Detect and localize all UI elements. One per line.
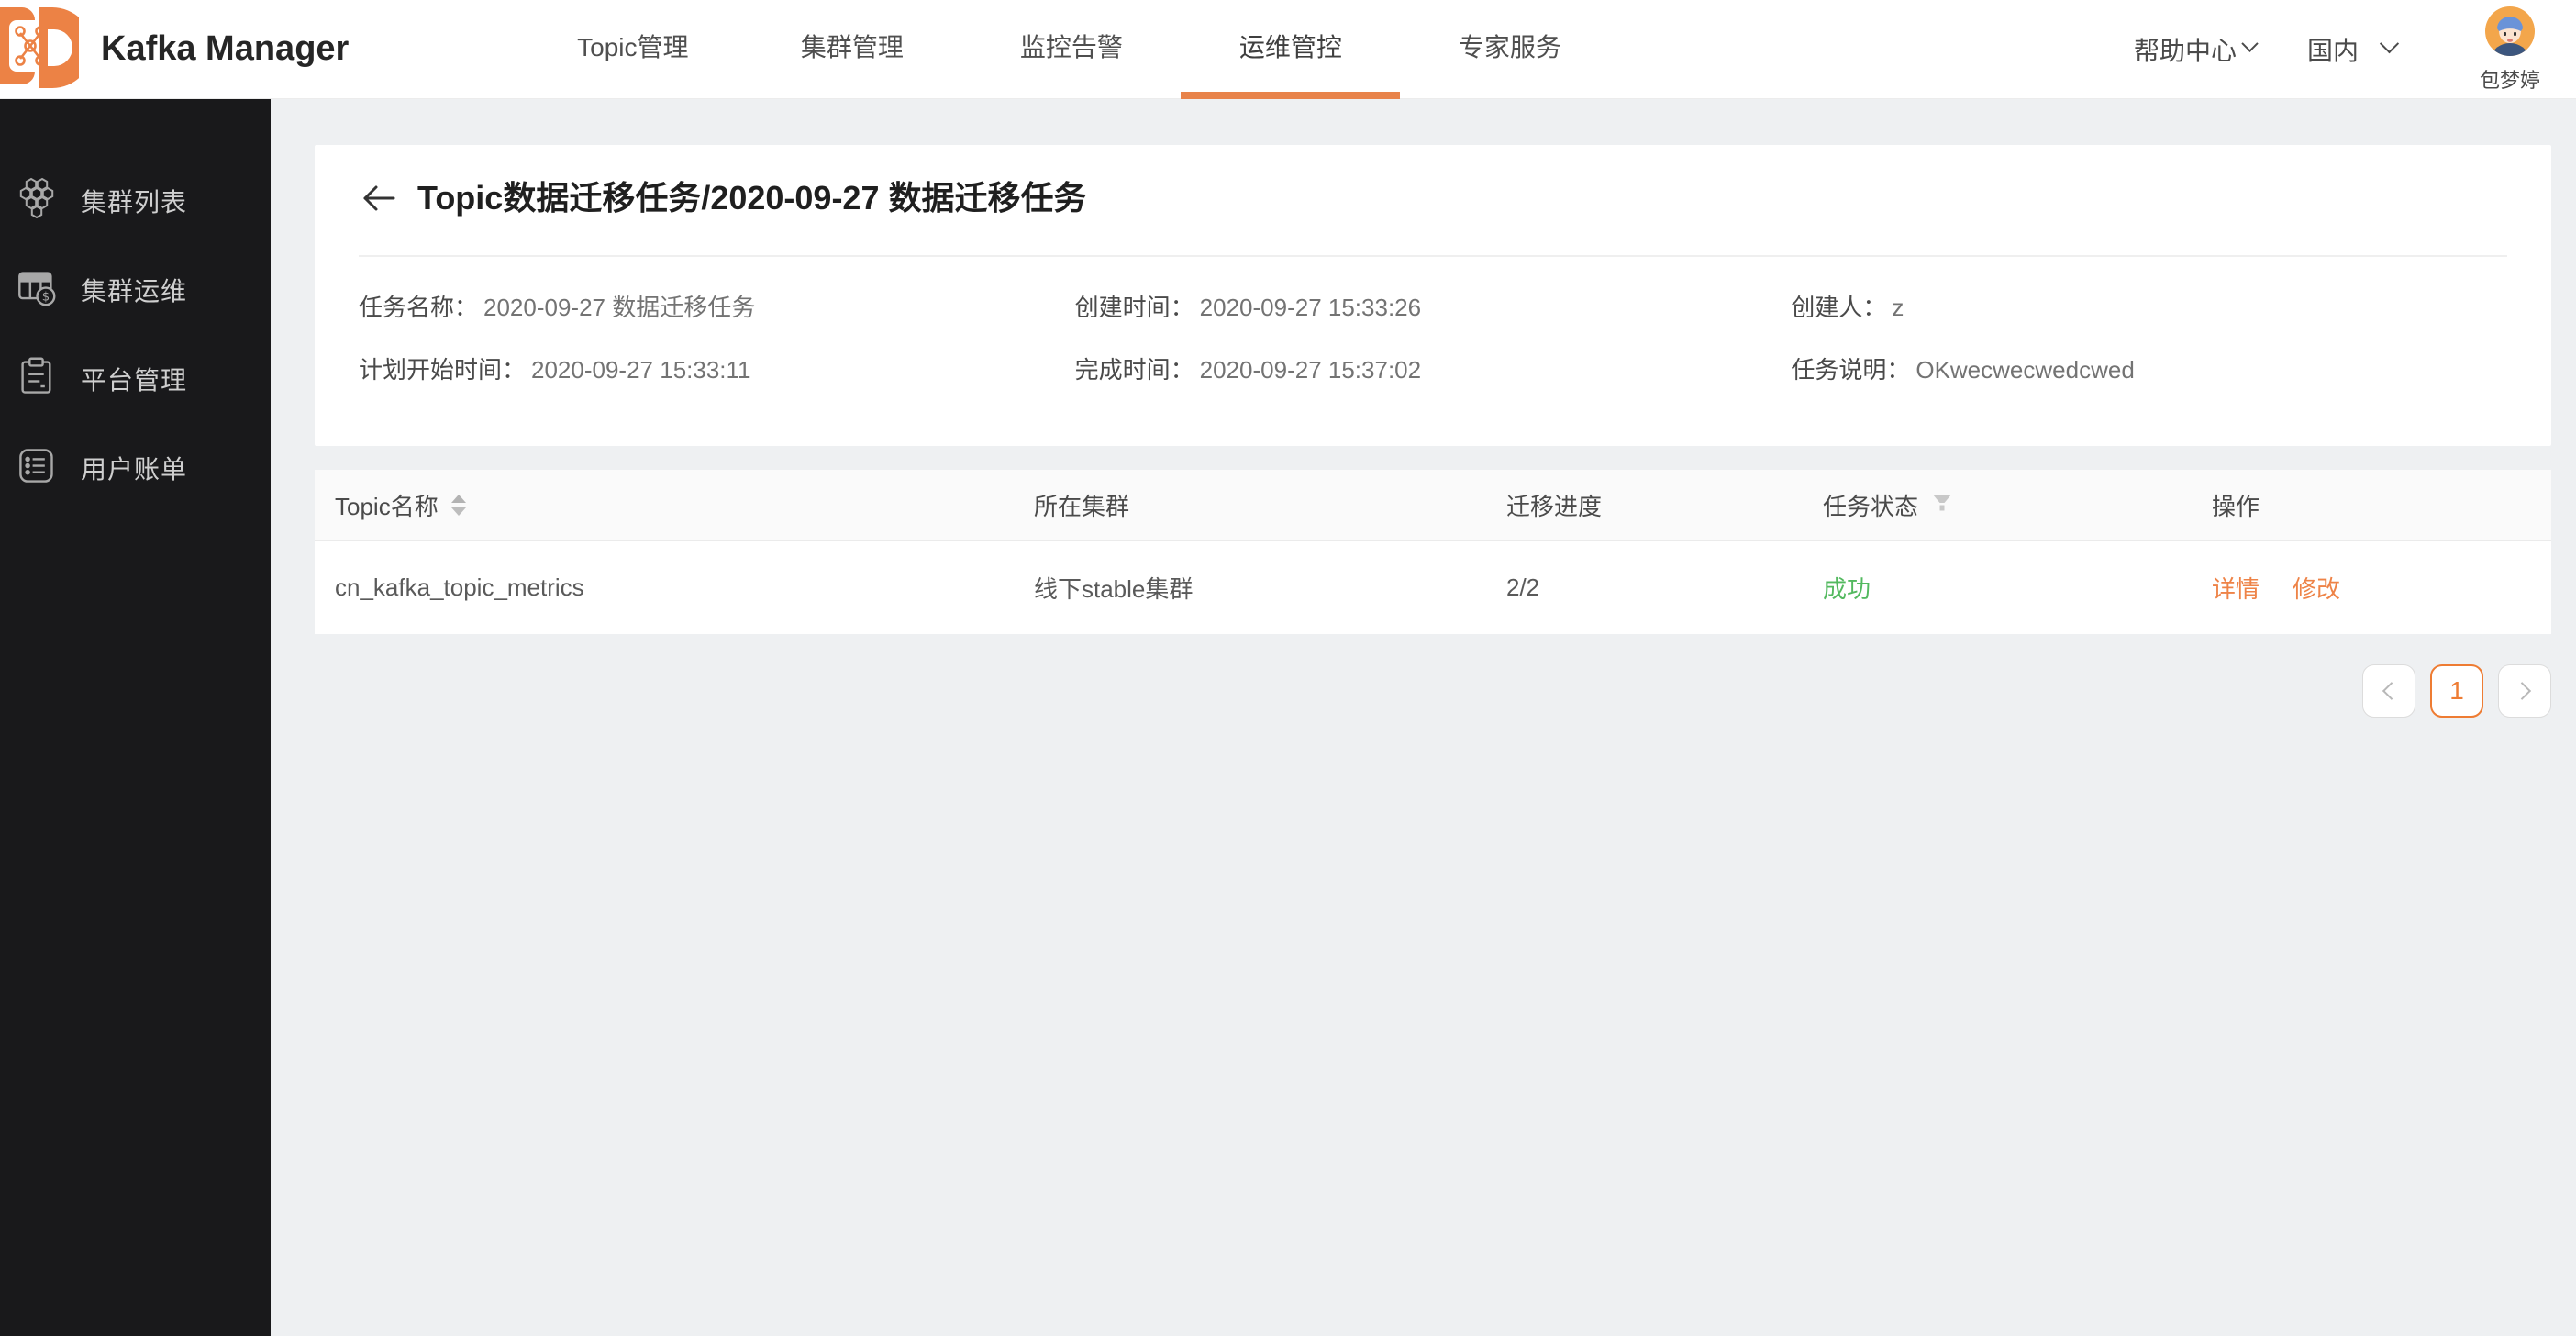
field-planned-start-time: 计划开始时间： 2020-09-27 15:33:11 xyxy=(359,356,751,384)
table-finance-icon: $ xyxy=(17,267,57,312)
table-row: cn_kafka_topic_metrics 线下stable集群 2/2 成功… xyxy=(315,540,2551,634)
app-title: Kafka Manager xyxy=(101,29,350,68)
chevron-down-icon xyxy=(2379,34,2400,54)
column-cluster: 所在集群 xyxy=(1034,493,1130,520)
svg-text:$: $ xyxy=(42,290,50,304)
migration-table: Topic名称 所在集群 迁移进度 任务状态 操作 cn_kafka_topic… xyxy=(315,470,2551,634)
chevron-left-icon xyxy=(2382,682,2401,700)
field-creator: 创建人： z xyxy=(1791,294,1904,321)
field-finish-time: 完成时间： 2020-09-27 15:37:02 xyxy=(1074,356,1422,384)
field-task-description: 任务说明： OKwecwecwedcwed xyxy=(1791,356,2135,384)
back-button[interactable] xyxy=(359,180,399,217)
task-info-fields: 任务名称： 2020-09-27 数据迁移任务 创建时间： 2020-09-27 1… xyxy=(359,292,2507,385)
table-header: Topic名称 所在集群 迁移进度 任务状态 操作 xyxy=(315,470,2551,540)
sort-icon[interactable] xyxy=(450,495,466,516)
field-create-time: 创建时间： 2020-09-27 15:33:26 xyxy=(1074,294,1422,321)
detail-link[interactable]: 详情 xyxy=(2212,571,2260,605)
sidebar: 集群列表 $ 集群运维 平台管理 用户账单 xyxy=(0,99,271,1336)
user-profile[interactable]: 包梦婷 xyxy=(2466,5,2554,94)
kafka-logo-icon xyxy=(0,0,79,99)
honeycomb-cluster-icon xyxy=(17,177,57,224)
help-center-label: 帮助中心 xyxy=(2133,36,2237,65)
cell-status: 成功 xyxy=(1823,575,1871,603)
cell-topic-name: cn_kafka_topic_metrics xyxy=(335,573,584,601)
page-title: Topic数据迁移任务/2020-09-27 数据迁移任务 xyxy=(417,179,1087,217)
cell-actions: 详情 修改 xyxy=(2192,571,2551,605)
clipboard-icon xyxy=(17,356,57,401)
chevron-right-icon xyxy=(2513,682,2532,700)
tab-topic-management[interactable]: Topic管理 xyxy=(523,0,742,99)
cell-progress: 2/2 xyxy=(1506,573,1540,601)
divider xyxy=(359,255,2507,257)
title-row: Topic数据迁移任务/2020-09-27 数据迁移任务 xyxy=(359,176,2507,220)
pagination: 1 xyxy=(271,664,2551,718)
main-content: Topic数据迁移任务/2020-09-27 数据迁移任务 任务名称： 2020-… xyxy=(271,99,2576,1336)
sidebar-item-user-bill[interactable]: 用户账单 xyxy=(0,423,271,512)
column-actions: 操作 xyxy=(2212,493,2260,520)
tab-cluster-management[interactable]: 集群管理 xyxy=(742,0,961,99)
filter-funnel-icon[interactable] xyxy=(1931,491,1953,519)
column-progress: 迁移进度 xyxy=(1506,493,1603,520)
header-right: 帮助中心 国内 包梦婷 xyxy=(2134,5,2576,94)
sidebar-item-label: 集群运维 xyxy=(81,276,188,306)
cell-cluster: 线下stable集群 xyxy=(1034,575,1194,603)
username: 包梦婷 xyxy=(2479,69,2540,92)
tab-expert-service[interactable]: 专家服务 xyxy=(1400,0,1619,99)
main-nav: Topic管理 集群管理 监控告警 运维管控 专家服务 xyxy=(523,0,1619,99)
column-topic-name[interactable]: Topic名称 xyxy=(315,488,1014,522)
region-select[interactable]: 国内 xyxy=(2306,31,2400,68)
tab-ops-control[interactable]: 运维管控 xyxy=(1181,0,1401,99)
tab-monitor-alert[interactable]: 监控告警 xyxy=(961,0,1181,99)
prev-page-button[interactable] xyxy=(2362,664,2415,718)
column-task-status[interactable]: 任务状态 xyxy=(1803,488,2192,522)
sidebar-item-cluster-ops[interactable]: $ 集群运维 xyxy=(0,245,271,334)
next-page-button[interactable] xyxy=(2498,664,2551,718)
bill-list-icon xyxy=(17,445,57,490)
region-label: 国内 xyxy=(2306,36,2359,65)
help-center-menu[interactable]: 帮助中心 xyxy=(2133,31,2259,68)
edit-link[interactable]: 修改 xyxy=(2293,571,2340,605)
sidebar-item-cluster-list[interactable]: 集群列表 xyxy=(0,156,271,245)
task-info-card: Topic数据迁移任务/2020-09-27 数据迁移任务 任务名称： 2020-… xyxy=(315,145,2551,446)
page-1-button[interactable]: 1 xyxy=(2430,664,2483,718)
field-task-name: 任务名称： 2020-09-27 数据迁移任务 xyxy=(359,294,756,321)
sidebar-item-platform-management[interactable]: 平台管理 xyxy=(0,334,271,423)
sidebar-item-label: 平台管理 xyxy=(81,365,188,395)
avatar xyxy=(2485,6,2535,61)
sidebar-item-label: 集群列表 xyxy=(81,187,188,217)
chevron-down-icon xyxy=(2241,35,2259,52)
top-header: Kafka Manager Topic管理 集群管理 监控告警 运维管控 专家服… xyxy=(0,0,2576,99)
sidebar-item-label: 用户账单 xyxy=(81,454,188,484)
